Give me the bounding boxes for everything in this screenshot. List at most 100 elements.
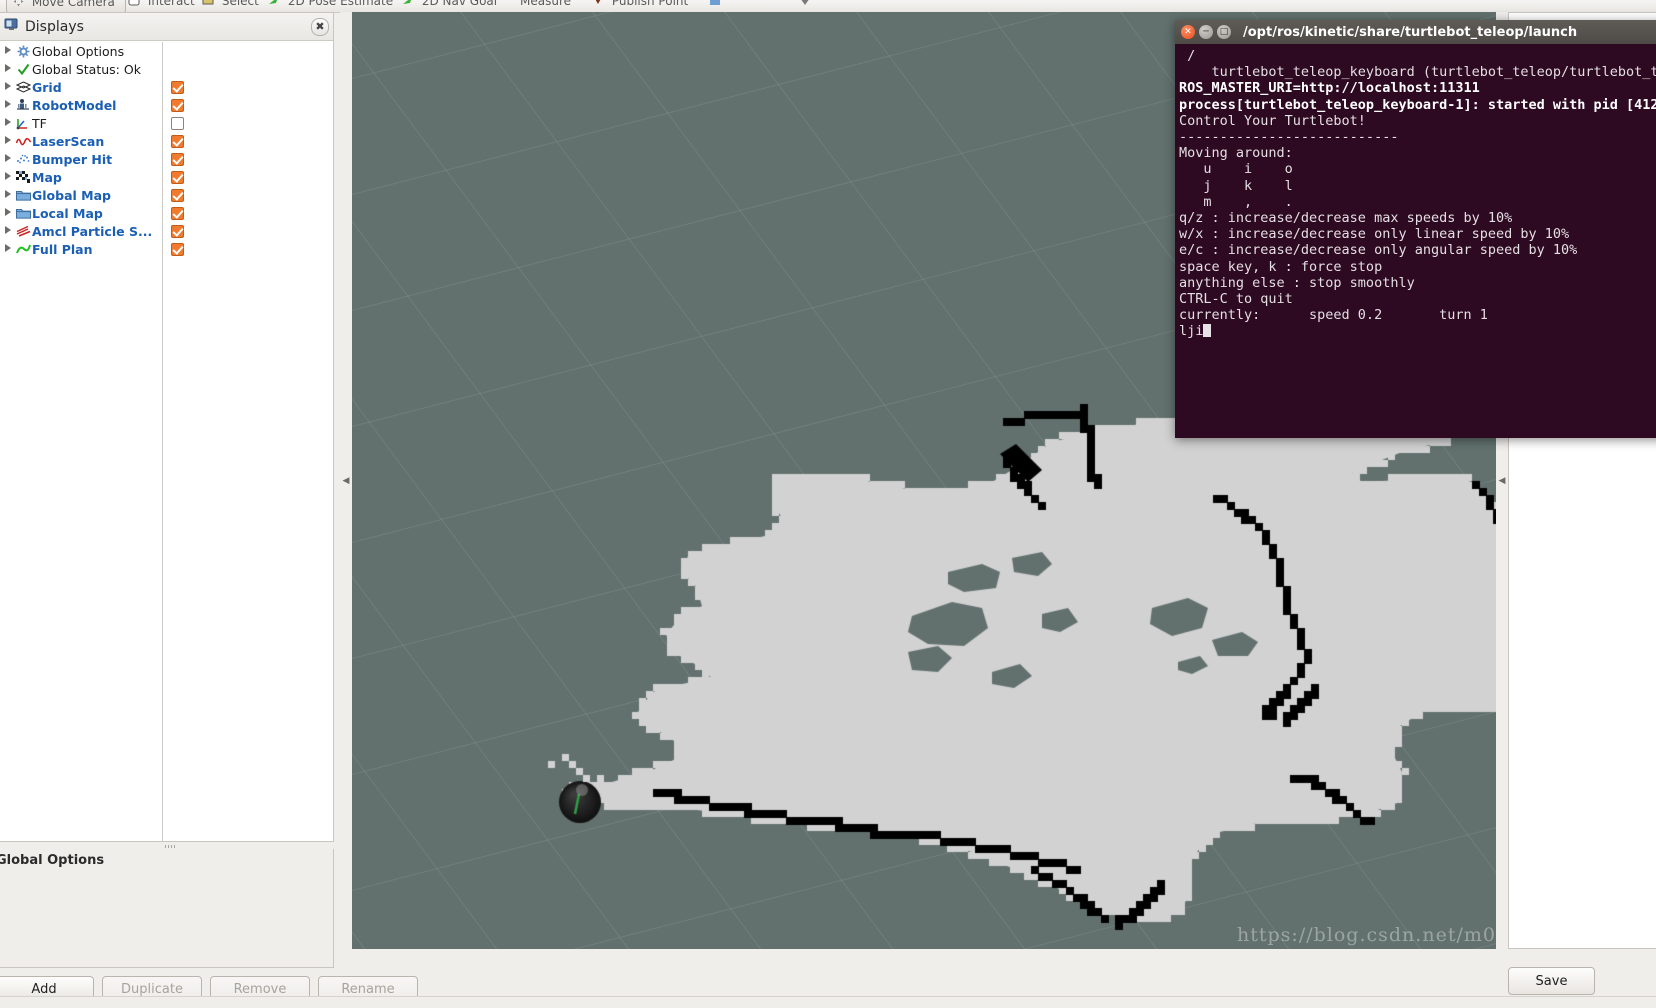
- display-item-bumper-hit[interactable]: Bumper Hit: [0, 150, 333, 168]
- tool-label: Select: [221, 0, 259, 8]
- tool-label: Move Camera: [31, 0, 115, 9]
- terminal-line: m , .: [1179, 193, 1293, 210]
- display-item-label: LaserScan: [32, 133, 105, 149]
- display-enable-checkbox[interactable]: [171, 224, 184, 238]
- display-enable-checkbox[interactable]: [171, 188, 184, 202]
- toolbar-overflow-chevron-down-icon[interactable]: [800, 0, 810, 11]
- left-dock: Displays ✖ Global Options Global Status: …: [0, 12, 418, 1007]
- expand-chevron-right-icon[interactable]: [2, 226, 14, 236]
- check-icon: [14, 63, 32, 76]
- display-item-label: Local Map: [32, 205, 103, 221]
- display-item-label: Amcl Particle S...: [32, 223, 153, 239]
- terminal-line: ROS_MASTER_URI=http://localhost:11311: [1179, 80, 1480, 97]
- tool-select[interactable]: Select: [202, 0, 259, 11]
- display-item-label: Global Options: [32, 43, 125, 59]
- display-enable-checkbox[interactable]: [171, 206, 184, 220]
- display-enable-checkbox[interactable]: [171, 116, 184, 130]
- terminal-minimize-icon[interactable]: ─: [1199, 25, 1213, 39]
- expand-chevron-right-icon[interactable]: [2, 154, 14, 164]
- grid-icon: [14, 81, 32, 93]
- tool-label: Measure: [520, 0, 571, 8]
- terminal-line: turtlebot_teleop_keyboard (turtlebot_tel…: [1211, 64, 1656, 81]
- displays-panel-titlebar: Displays ✖: [0, 13, 333, 41]
- status-bar: [0, 996, 1656, 1008]
- displays-tree[interactable]: Global Options Global Status: Ok Grid Robot…: [0, 42, 333, 841]
- toolbar-add-tool-button[interactable]: [710, 0, 720, 11]
- terminal-cursor: [1203, 324, 1212, 338]
- display-enable-checkbox[interactable]: [171, 170, 184, 184]
- display-item-map[interactable]: Map: [0, 168, 333, 186]
- expand-chevron-right-icon[interactable]: [2, 244, 14, 254]
- expand-chevron-right-icon[interactable]: [2, 172, 14, 182]
- terminal-line: e/c : increase/decrease only angular spe…: [1179, 242, 1578, 259]
- expand-chevron-right-icon[interactable]: [2, 190, 14, 200]
- terminal-titlebar[interactable]: ✕ ─ □ /opt/ros/kinetic/share/turtlebot_t…: [1175, 20, 1656, 44]
- display-item-label: Full Plan: [32, 241, 93, 257]
- display-enable-checkbox[interactable]: [171, 242, 184, 256]
- display-item-label: Map: [32, 169, 62, 185]
- terminal-window[interactable]: ✕ ─ □ /opt/ros/kinetic/share/turtlebot_t…: [1175, 20, 1656, 438]
- robot-icon: [14, 98, 32, 112]
- tool-label: 2D Nav Goal: [421, 0, 498, 8]
- display-item-tf[interactable]: TF: [0, 114, 333, 132]
- panel-splitter-grip[interactable]: [0, 844, 334, 849]
- display-item-label: TF: [32, 115, 47, 131]
- terminal-line: lji: [1179, 323, 1656, 339]
- laserscan-icon: [14, 135, 32, 147]
- displays-close-icon[interactable]: ✖: [311, 17, 329, 36]
- display-enable-checkbox[interactable]: [171, 80, 184, 94]
- save-button[interactable]: Save: [1508, 967, 1595, 995]
- terminal-line: /: [1179, 48, 1196, 64]
- tool-label: Interact: [147, 0, 195, 8]
- expand-chevron-right-icon[interactable]: [2, 64, 14, 74]
- properties-panel: Global Options: [0, 844, 334, 968]
- display-item-label: RobotModel: [32, 97, 117, 113]
- tool-2d-pose-estimate[interactable]: 2D Pose Estimate: [268, 0, 393, 11]
- display-item-amcl-particle-s[interactable]: Amcl Particle S...: [0, 222, 333, 240]
- terminal-output[interactable]: / turtlebot_teleop_keyboard (turtlebot_t…: [1175, 44, 1656, 438]
- expand-chevron-right-icon[interactable]: [2, 136, 14, 146]
- display-enable-checkbox[interactable]: [171, 98, 184, 112]
- display-item-laserscan[interactable]: LaserScan: [0, 132, 333, 150]
- folder-icon: [14, 189, 32, 201]
- tool-measure[interactable]: Measure: [520, 0, 571, 11]
- displays-panel: Displays ✖ Global Options Global Status: …: [0, 12, 334, 842]
- select-icon: [202, 0, 214, 12]
- terminal-line: currently: speed 0.2 turn 1: [1179, 307, 1488, 324]
- pointcloud-icon: [14, 153, 32, 165]
- display-item-local-map[interactable]: Local Map: [0, 204, 333, 222]
- terminal-maximize-icon[interactable]: □: [1217, 25, 1231, 39]
- display-item-label: Grid: [32, 79, 62, 95]
- expand-chevron-right-icon[interactable]: [2, 100, 14, 110]
- expand-chevron-right-icon[interactable]: [2, 46, 14, 56]
- display-enable-checkbox[interactable]: [171, 134, 184, 148]
- terminal-line: Control Your Turtlebot!: [1179, 112, 1366, 129]
- expand-chevron-right-icon[interactable]: [2, 82, 14, 92]
- display-item-global-status-ok[interactable]: Global Status: Ok: [0, 60, 333, 78]
- terminal-close-icon[interactable]: ✕: [1181, 25, 1195, 39]
- tool-publish-point[interactable]: Publish Point: [592, 0, 688, 11]
- pose-estimate-icon: [268, 0, 280, 12]
- terminal-line: ---------------------------: [1179, 129, 1399, 146]
- tf-icon: [14, 116, 32, 130]
- display-item-grid[interactable]: Grid: [0, 78, 333, 96]
- display-item-label: Global Status: Ok: [32, 61, 141, 77]
- posearray-icon: [14, 225, 32, 237]
- display-item-label: Bumper Hit: [32, 151, 113, 167]
- terminal-title: /opt/ros/kinetic/share/turtlebot_teleop/…: [1243, 24, 1578, 40]
- display-item-robotmodel[interactable]: RobotModel: [0, 96, 333, 114]
- terminal-line: space key, k : force stop: [1179, 258, 1383, 275]
- display-item-global-map[interactable]: Global Map: [0, 186, 333, 204]
- display-enable-checkbox[interactable]: [171, 152, 184, 166]
- left-panel-collapse-icon[interactable]: ◀: [340, 12, 352, 949]
- display-item-global-options[interactable]: Global Options: [0, 42, 333, 60]
- expand-chevron-right-icon[interactable]: [2, 118, 14, 128]
- tool-interact[interactable]: Interact: [128, 0, 195, 11]
- terminal-line: anything else : stop smoothly: [1179, 274, 1415, 291]
- displays-panel-title: Displays: [25, 18, 84, 35]
- display-item-full-plan[interactable]: Full Plan: [0, 240, 333, 258]
- tool-2d-nav-goal[interactable]: 2D Nav Goal: [402, 0, 497, 11]
- terminal-line: u i o: [1179, 161, 1293, 178]
- expand-chevron-right-icon[interactable]: [2, 208, 14, 218]
- watermark: https://blog.csdn.net/m0_37433067: [1237, 924, 1496, 946]
